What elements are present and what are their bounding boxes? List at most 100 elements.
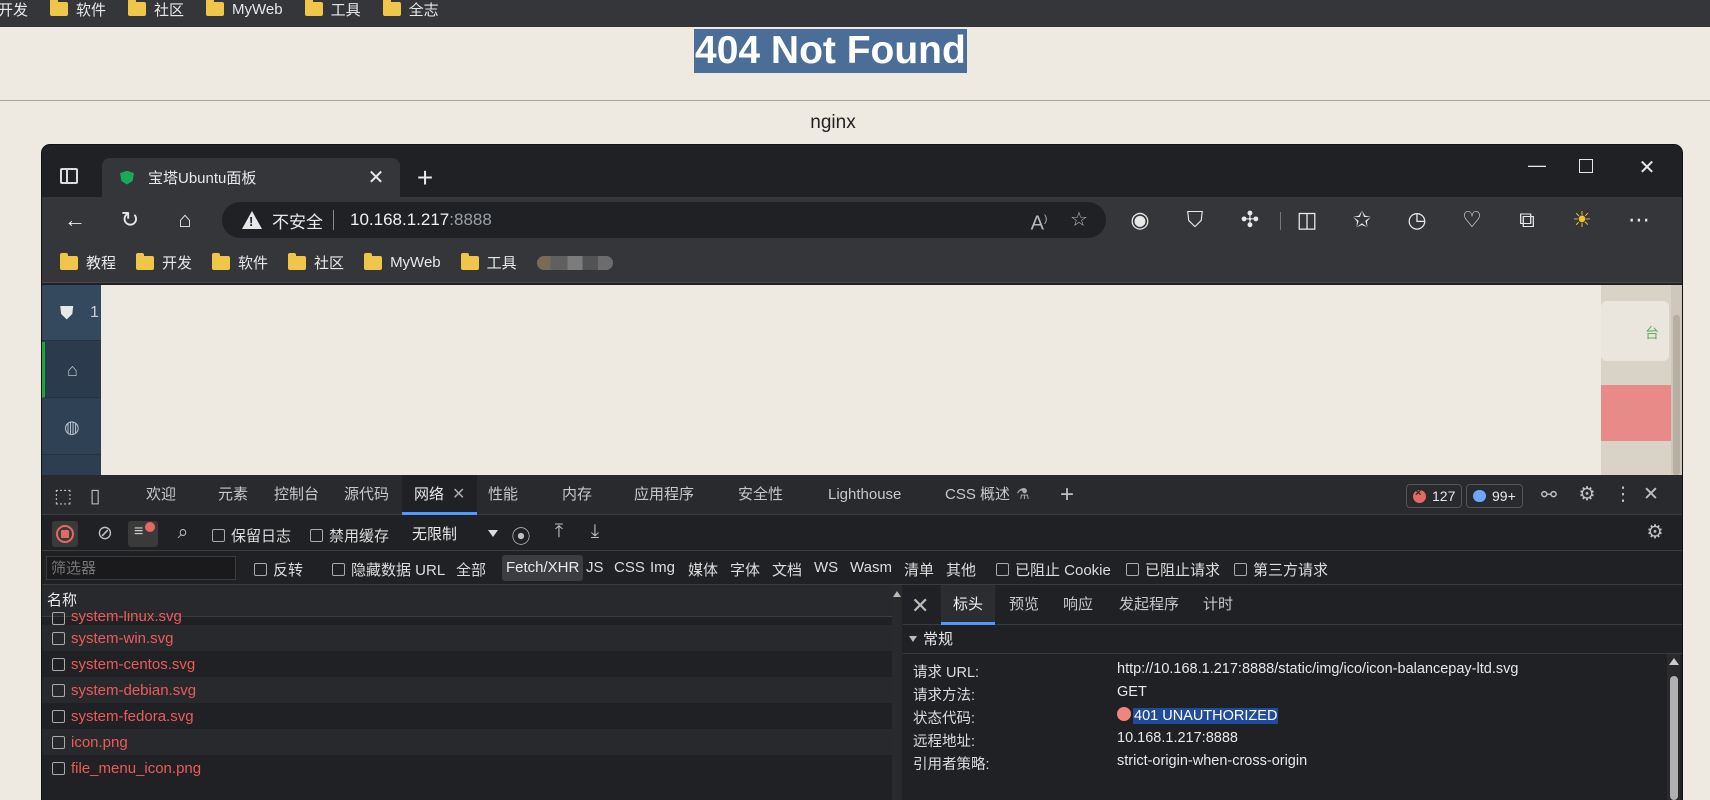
blurred-bookmark[interactable] xyxy=(536,255,613,270)
list-item[interactable]: system-linux.svg xyxy=(42,611,892,625)
search-icon[interactable]: ⌕ xyxy=(170,522,196,544)
adblock-shield-icon[interactable]: ⛉ xyxy=(1180,205,1210,235)
extensions-puzzle-icon[interactable]: ✣ xyxy=(1235,205,1265,235)
list-item[interactable]: file_menu_icon.png xyxy=(42,755,892,781)
list-scrollbar[interactable] xyxy=(892,585,902,800)
filter-type-css[interactable]: CSS xyxy=(614,559,645,576)
tab-sources[interactable]: 源代码 xyxy=(344,475,389,515)
browser-essentials-icon[interactable]: ♡ xyxy=(1457,205,1487,235)
filter-type-img[interactable]: Img xyxy=(650,559,675,576)
filter-type-all[interactable]: 全部 xyxy=(456,559,486,580)
refresh-icon[interactable]: ↻ xyxy=(115,205,145,235)
browser-tab[interactable]: 宝塔Ubuntu面板 ✕ xyxy=(102,158,400,197)
section-general[interactable]: 常规 xyxy=(903,626,1682,654)
read-aloud-icon[interactable]: A) xyxy=(1024,205,1054,239)
error-count-badge[interactable]: 127 xyxy=(1406,484,1463,508)
outer-bookmark-tools[interactable]: 工具 xyxy=(304,0,361,19)
filter-toggle-icon[interactable]: ≡ xyxy=(128,521,158,547)
tab-css-overview[interactable]: CSS 概述 ⚗ xyxy=(945,475,1029,515)
new-tab-icon[interactable]: + xyxy=(410,163,440,193)
close-tab-icon[interactable]: ✕ xyxy=(366,165,386,190)
preserve-log-checkbox[interactable]: 保留日志 xyxy=(212,525,291,546)
bookmark-dev[interactable]: 开发 xyxy=(136,252,192,273)
filter-input[interactable] xyxy=(46,556,236,580)
clear-icon[interactable]: ⊘ xyxy=(92,522,118,545)
panel-logo[interactable]: ⛊ 1 xyxy=(42,285,101,341)
list-item[interactable]: icon.png xyxy=(42,729,892,755)
close-devtools-icon[interactable]: ✕ xyxy=(1638,483,1664,506)
tab-application[interactable]: 应用程序 xyxy=(634,475,694,515)
third-party-checkbox[interactable]: 第三方请求 xyxy=(1234,559,1328,580)
filter-type-wasm[interactable]: Wasm xyxy=(850,559,892,576)
outer-bookmark-allwinner[interactable]: 全志 xyxy=(382,0,439,19)
outer-bookmark-myweb[interactable]: MyWeb xyxy=(206,0,283,18)
sidebar-item-website[interactable]: ◍ xyxy=(42,399,101,455)
settings-gear-icon[interactable]: ⚙ xyxy=(1574,483,1600,506)
export-har-icon[interactable]: ⤓ xyxy=(582,521,608,543)
scroll-up-arrow-icon[interactable] xyxy=(1669,658,1679,665)
list-item[interactable]: system-debian.svg xyxy=(42,677,892,703)
filter-type-js[interactable]: JS xyxy=(586,559,604,576)
list-item[interactable]: system-centos.svg xyxy=(42,651,892,677)
tab-memory[interactable]: 内存 xyxy=(562,475,592,515)
network-settings-gear-icon[interactable]: ⚙ xyxy=(1642,521,1668,544)
profile-avatar-icon[interactable]: ☀ xyxy=(1567,205,1597,235)
minimize-icon[interactable]: — xyxy=(1522,155,1552,176)
tab-initiator[interactable]: 发起程序 xyxy=(1119,585,1179,625)
screenshot-icon[interactable]: ⧉ xyxy=(1512,205,1542,235)
back-icon[interactable]: ← xyxy=(60,205,90,235)
tab-security[interactable]: 安全性 xyxy=(738,475,783,515)
disable-cache-checkbox[interactable]: 禁用缓存 xyxy=(310,525,389,546)
bookmark-tutorial[interactable]: 教程 xyxy=(60,252,116,273)
tab-console[interactable]: 控制台 xyxy=(274,475,319,515)
blocked-cookies-checkbox[interactable]: 已阻止 Cookie xyxy=(996,559,1111,580)
list-item[interactable]: system-fedora.svg xyxy=(42,703,892,729)
filter-type-doc[interactable]: 文档 xyxy=(772,559,802,580)
tab-headers[interactable]: 标头 xyxy=(941,585,996,625)
security-label[interactable]: 不安全 xyxy=(272,208,323,233)
favorites-icon[interactable]: ✩ xyxy=(1347,205,1377,235)
favorite-star-icon[interactable]: ☆ xyxy=(1064,205,1094,235)
tab-lighthouse[interactable]: Lighthouse xyxy=(828,475,901,515)
sidebar-item-home[interactable]: ⌂ xyxy=(42,342,101,398)
import-har-icon[interactable]: ⤒ xyxy=(546,521,572,543)
list-item[interactable]: system-win.svg xyxy=(42,625,892,651)
tab-actions-icon[interactable] xyxy=(60,168,78,184)
bookmark-myweb[interactable]: MyWeb xyxy=(364,252,441,271)
tab-timing[interactable]: 计时 xyxy=(1203,585,1233,625)
address-bar[interactable]: 不安全 10.168.1.217 :8888 A) ☆ xyxy=(222,202,1106,238)
network-conditions-icon[interactable]: ⦿ xyxy=(508,522,534,549)
tab-preview[interactable]: 预览 xyxy=(1009,585,1039,625)
tab-welcome[interactable]: 欢迎 xyxy=(146,475,176,515)
filter-type-media[interactable]: 媒体 xyxy=(688,559,718,580)
more-tabs-plus-icon[interactable]: + xyxy=(1054,481,1080,509)
close-tab-icon[interactable]: ✕ xyxy=(452,486,465,503)
close-window-icon[interactable]: ✕ xyxy=(1632,155,1662,180)
bookmark-tools[interactable]: 工具 xyxy=(460,252,517,273)
bookmark-community[interactable]: 社区 xyxy=(288,252,344,273)
maximize-icon[interactable] xyxy=(1579,159,1593,173)
home-icon[interactable]: ⌂ xyxy=(170,205,200,235)
record-stop-icon[interactable] xyxy=(52,521,78,547)
filter-type-fetch-xhr[interactable]: Fetch/XHR xyxy=(502,555,584,581)
history-icon[interactable]: ◷ xyxy=(1402,205,1432,235)
outer-bookmark-software[interactable]: 软件 xyxy=(50,0,106,19)
page-scrollbar-thumb[interactable] xyxy=(1673,315,1680,475)
hide-data-urls-checkbox[interactable]: 隐藏数据 URL xyxy=(332,559,445,580)
throttling-select[interactable]: 无限制 xyxy=(410,521,500,545)
more-menu-icon[interactable]: ⋯ xyxy=(1624,205,1654,235)
extension-spy-icon[interactable]: ◉ xyxy=(1125,205,1155,235)
detail-scrollbar[interactable] xyxy=(1667,654,1680,800)
device-toolbar-icon[interactable]: ▯ xyxy=(82,485,108,508)
filter-type-other[interactable]: 其他 xyxy=(946,559,976,580)
detail-scrollbar-thumb[interactable] xyxy=(1670,676,1678,800)
filter-type-font[interactable]: 字体 xyxy=(730,559,760,580)
invert-checkbox[interactable]: 反转 xyxy=(254,559,303,580)
bookmark-software[interactable]: 软件 xyxy=(212,252,268,273)
tab-elements[interactable]: 元素 xyxy=(218,475,248,515)
message-count-badge[interactable]: 99+ xyxy=(1466,484,1523,508)
tab-performance[interactable]: 性能 xyxy=(488,475,518,515)
tab-response[interactable]: 响应 xyxy=(1063,585,1093,625)
filter-type-ws[interactable]: WS xyxy=(814,559,838,576)
inspect-icon[interactable]: ⬚ xyxy=(50,485,76,508)
